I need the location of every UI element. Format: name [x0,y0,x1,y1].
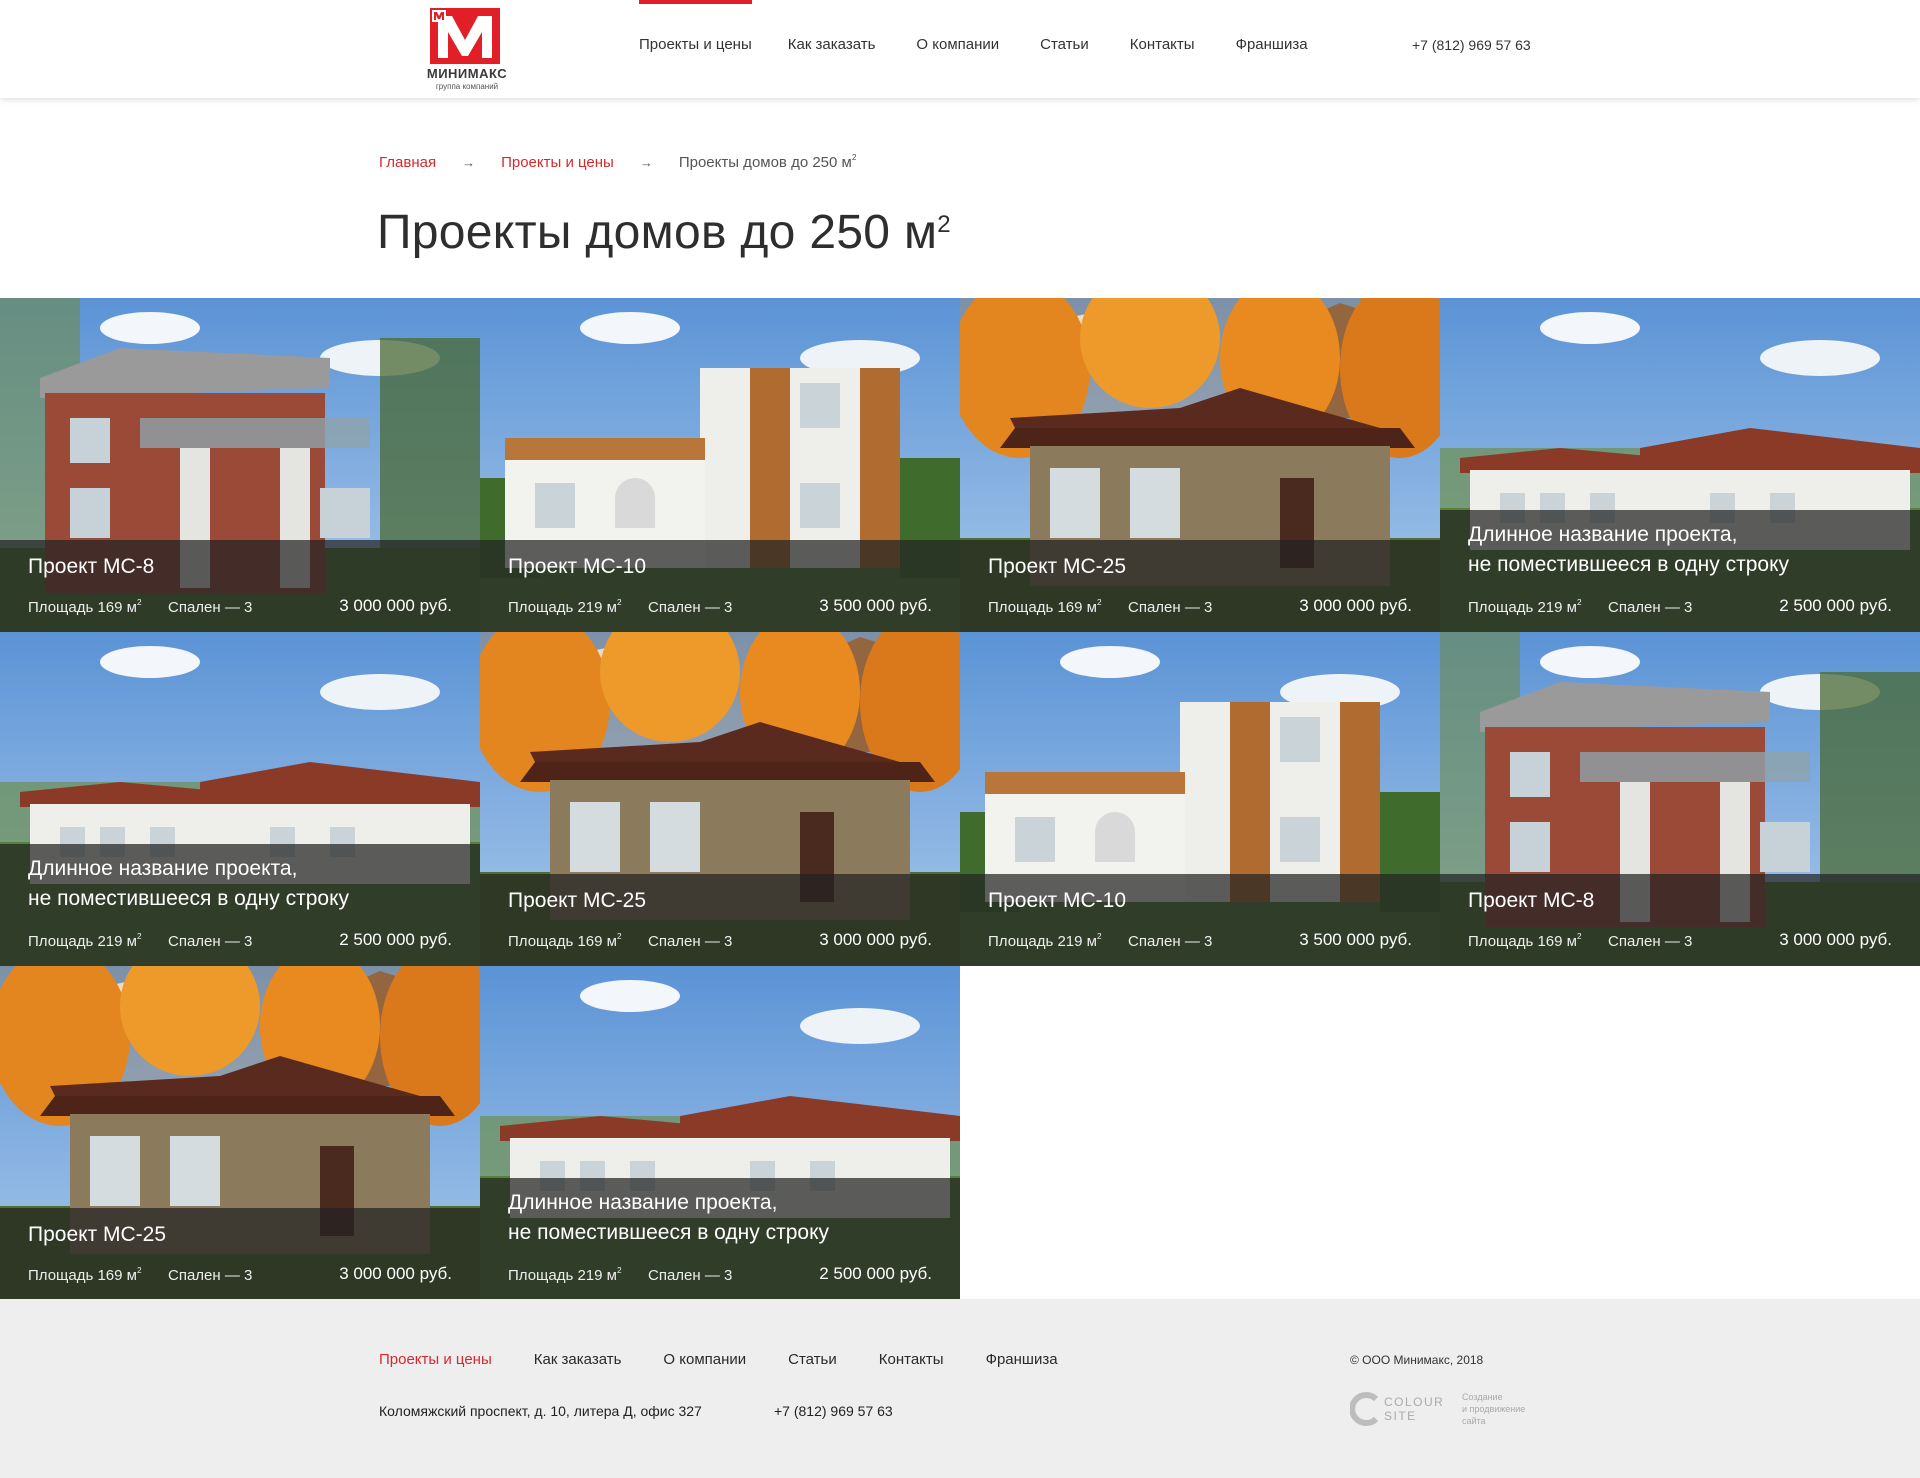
footer-nav: Проекты и цены Как заказать О компании Стат… [379,1351,1100,1368]
project-price: 2 500 000 руб. [339,930,452,949]
project-title[interactable]: Проект МС-8 [28,552,154,582]
breadcrumb-home[interactable]: Главная [379,154,436,171]
project-area: Площадь 219 м2 [508,598,622,616]
project-bedrooms: Спален — 3 [1608,599,1693,616]
project-info: Проект МС-10 Площадь 219 м2 Спален — 3 3… [480,540,960,632]
project-title[interactable]: Проект МС-25 [988,552,1126,582]
footer-nav-item[interactable]: Проекты и цены [379,1351,492,1368]
project-area: Площадь 219 м2 [508,1266,622,1284]
nav-item[interactable]: Франшиза [1236,0,1308,98]
project-info: Проект МС-10 Площадь 219 м2 Спален — 3 3… [960,874,1440,966]
project-area: Площадь 219 м2 [1468,598,1582,616]
project-info: Проект МС-25 Площадь 169 м2 Спален — 3 3… [0,1208,480,1300]
project-info: Проект МС-25 Площадь 169 м2 Спален — 3 3… [960,540,1440,632]
developer-logo[interactable]: COLOUR SITE Создание и продвижение сайта [1349,1391,1540,1431]
logo-tagline: группа компаний [435,82,499,91]
logo[interactable]: МИНИМАКС группа компаний [418,8,516,91]
footer-address: Коломяжский проспект, д. 10, литера Д, о… [379,1403,702,1419]
project-card[interactable]: Длинное название проекта, не поместившеес… [480,966,960,1300]
project-area: Площадь 219 м2 [28,932,142,950]
project-card[interactable]: Проект МС-10 Площадь 219 м2 Спален — 3 3… [480,298,960,632]
nav-item[interactable]: Проекты и цены [639,0,752,98]
project-card[interactable]: Длинное название проекта, не поместившеес… [1440,298,1920,632]
project-area: Площадь 219 м2 [988,932,1102,950]
project-info: Проект МС-8 Площадь 169 м2 Спален — 3 3 … [1440,874,1920,966]
logo-mark-icon [430,8,500,64]
project-info: Проект МС-8 Площадь 169 м2 Спален — 3 3 … [0,540,480,632]
project-price: 3 000 000 руб. [819,930,932,949]
project-area: Площадь 169 м2 [28,1266,142,1284]
project-price: 3 500 000 руб. [819,596,932,615]
project-title[interactable]: Длинное название проекта, не поместившеес… [28,854,349,914]
project-price: 2 500 000 руб. [1779,596,1892,615]
project-bedrooms: Спален — 3 [648,1267,733,1284]
project-price: 3 000 000 руб. [339,1264,452,1283]
footer-phone[interactable]: +7 (812) 969 57 63 [774,1403,893,1419]
project-area: Площадь 169 м2 [1468,932,1582,950]
project-area: Площадь 169 м2 [28,598,142,616]
project-title[interactable]: Проект МС-25 [508,886,646,916]
colour-site-icon [1349,1392,1379,1426]
arrow-right-icon: → [462,155,476,170]
project-card[interactable]: Проект МС-8 Площадь 169 м2 Спален — 3 3 … [0,298,480,632]
footer-nav-item[interactable]: Как заказать [534,1351,622,1368]
project-title[interactable]: Проект МС-10 [988,886,1126,916]
project-card[interactable]: Проект МС-25 Площадь 169 м2 Спален — 3 3… [480,632,960,966]
project-bedrooms: Спален — 3 [168,1267,253,1284]
breadcrumb: Главная → Проекты и цены → Проекты домов… [379,153,857,171]
project-title[interactable]: Проект МС-10 [508,552,646,582]
project-bedrooms: Спален — 3 [168,933,253,950]
site-header: МИНИМАКС группа компаний Проекты и цены К… [0,0,1920,98]
footer-nav-item[interactable]: Контакты [879,1351,944,1368]
arrow-right-icon: → [639,155,653,170]
site-footer: Проекты и цены Как заказать О компании Стат… [0,1299,1920,1478]
nav-item[interactable]: Как заказать [788,0,876,98]
developer-description: Создание и продвижение сайта [1462,1392,1526,1426]
nav-item[interactable]: О компании [916,0,999,98]
project-price: 2 500 000 руб. [819,1264,932,1283]
project-card[interactable]: Длинное название проекта, не поместившеес… [0,632,480,966]
main-nav: Проекты и цены Как заказать О компании Стат… [639,0,1349,98]
footer-nav-item[interactable]: Статьи [788,1351,837,1368]
logo-name: МИНИМАКС [426,66,508,81]
breadcrumb-current: Проекты домов до 250 м2 [678,153,857,171]
project-info: Длинное название проекта, не поместившеес… [0,844,480,966]
project-title[interactable]: Проект МС-25 [28,1220,166,1250]
project-price: 3 500 000 руб. [1299,930,1412,949]
page-title: Проекты домов до 250 м2 [377,206,951,259]
project-bedrooms: Спален — 3 [1128,933,1213,950]
project-bedrooms: Спален — 3 [168,599,253,616]
project-bedrooms: Спален — 3 [1608,933,1693,950]
project-card[interactable]: Проект МС-25 Площадь 169 м2 Спален — 3 3… [0,966,480,1300]
project-bedrooms: Спален — 3 [1128,599,1213,616]
project-area: Площадь 169 м2 [508,932,622,950]
project-card[interactable]: Проект МС-10 Площадь 219 м2 Спален — 3 3… [960,632,1440,966]
project-info: Длинное название проекта, не поместившеес… [480,1178,960,1300]
nav-item[interactable]: Контакты [1130,0,1195,98]
project-info: Длинное название проекта, не поместившеес… [1440,510,1920,632]
project-price: 3 000 000 руб. [1779,930,1892,949]
project-info: Проект МС-25 Площадь 169 м2 Спален — 3 3… [480,874,960,966]
project-bedrooms: Спален — 3 [648,933,733,950]
project-title[interactable]: Длинное название проекта, не поместившеес… [508,1188,829,1248]
project-card[interactable]: Проект МС-8 Площадь 169 м2 Спален — 3 3 … [1440,632,1920,966]
project-price: 3 000 000 руб. [1299,596,1412,615]
project-bedrooms: Спален — 3 [648,599,733,616]
project-price: 3 000 000 руб. [339,596,452,615]
footer-copyright: © ООО Минимакс, 2018 [1350,1353,1484,1367]
project-title[interactable]: Длинное название проекта, не поместившеес… [1468,520,1789,580]
project-card[interactable]: Проект МС-25 Площадь 169 м2 Спален — 3 3… [960,298,1440,632]
breadcrumb-section[interactable]: Проекты и цены [501,154,614,171]
project-title[interactable]: Проект МС-8 [1468,886,1594,916]
footer-nav-item[interactable]: Франшиза [986,1351,1058,1368]
project-area: Площадь 169 м2 [988,598,1102,616]
developer-name: COLOUR SITE [1384,1395,1445,1423]
nav-item[interactable]: Статьи [1040,0,1089,98]
header-phone[interactable]: +7 (812) 969 57 63 [1412,0,1531,90]
footer-nav-item[interactable]: О компании [663,1351,746,1368]
